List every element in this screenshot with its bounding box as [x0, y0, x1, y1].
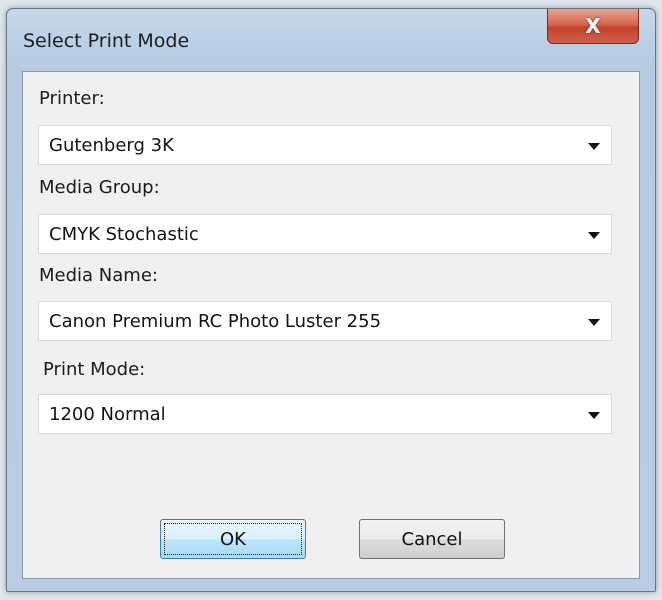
chevron-down-icon — [588, 319, 600, 326]
media-group-select[interactable]: CMYK Stochastic — [38, 214, 612, 254]
print-mode-select[interactable]: 1200 Normal — [38, 394, 612, 434]
close-icon: X — [585, 14, 601, 38]
dialog-body: Printer: Gutenberg 3K Media Group: CMYK … — [22, 71, 640, 579]
chevron-down-icon — [588, 143, 600, 150]
printer-label: Printer: — [39, 88, 105, 109]
media-name-select[interactable]: Canon Premium RC Photo Luster 255 — [38, 301, 612, 341]
dialog-window: Select Print Mode X Printer: Gutenberg 3… — [6, 8, 656, 592]
ok-button[interactable]: OK — [160, 519, 306, 559]
print-mode-label: Print Mode: — [43, 359, 146, 380]
print-mode-select-value: 1200 Normal — [49, 404, 166, 425]
dialog-title: Select Print Mode — [23, 30, 190, 52]
title-bar[interactable]: Select Print Mode X — [7, 9, 655, 52]
close-button[interactable]: X — [547, 9, 639, 44]
printer-select[interactable]: Gutenberg 3K — [38, 125, 612, 165]
chevron-down-icon — [588, 412, 600, 419]
printer-select-value: Gutenberg 3K — [49, 135, 174, 156]
media-group-label: Media Group: — [39, 177, 160, 198]
media-group-select-value: CMYK Stochastic — [49, 224, 199, 245]
chevron-down-icon — [588, 232, 600, 239]
cancel-button-label: Cancel — [401, 528, 463, 550]
cancel-button[interactable]: Cancel — [359, 519, 505, 559]
media-name-label: Media Name: — [39, 265, 158, 286]
media-name-select-value: Canon Premium RC Photo Luster 255 — [49, 311, 382, 332]
ok-button-label: OK — [220, 528, 246, 550]
